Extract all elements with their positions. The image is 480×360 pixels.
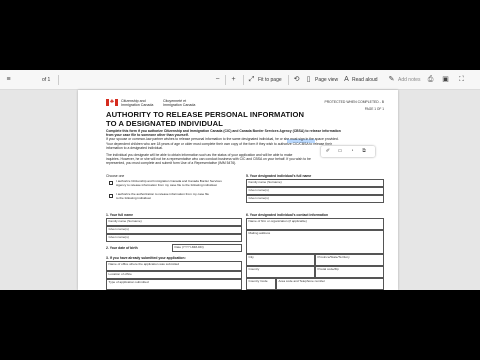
city-field[interactable]: City [246,254,315,266]
toolbar-divider [243,75,244,85]
comment-icon[interactable]: ▭ [336,148,344,155]
designee-given-name-field-2[interactable]: Given name(s) [246,195,384,203]
letterbox-bottom [0,290,480,360]
pdf-toolbar: ≡ 1 of 1 − + ⤢ Fit to page ⟲ ▯ Page view… [0,70,480,155]
section2-title: 2. Your date of birth [106,246,138,250]
office-name-field[interactable]: Name of office where the application was… [106,261,242,271]
toolbar-divider [288,75,289,85]
given-name-field[interactable]: Given name(s) [106,226,242,234]
toolbar-divider [225,75,226,85]
pdf-page: ♣ Citizenship and Immigration Canada Cito… [78,90,398,290]
fit-page-icon[interactable]: ⤢ [247,75,256,84]
canada-flag-icon: ♣ [106,99,118,106]
save-icon[interactable]: ▣ [441,75,450,84]
page-view-button[interactable]: Page view [315,74,338,86]
page-view-icon[interactable]: ▯ [304,75,313,84]
read-aloud-button[interactable]: Read aloud [352,74,378,86]
add-notes-icon[interactable]: ✎ [387,75,396,84]
toolbar-divider [58,75,59,85]
organization-field[interactable]: Name of firm or organization (if applica… [246,218,384,230]
office-location-field[interactable]: Location of office [106,271,242,279]
section1-title: 1. Your full name [106,213,134,217]
menu-icon[interactable]: ≡ [4,75,13,84]
zoom-in-icon[interactable]: + [229,75,238,84]
dept-name-en: Citizenship and Immigration Canada [121,99,154,108]
designee-given-name-field[interactable]: Given name(s) [246,187,384,195]
section3-title: 3. If you have already submitted your ap… [106,256,186,260]
province-field[interactable]: Province/State/Territory [315,254,384,266]
letterbox-top [0,0,480,70]
highlight-icon[interactable]: ✐ [324,148,332,155]
section6-title: 6. Your designated individual's contact … [246,213,329,217]
fit-to-page-button[interactable]: Fit to page [258,74,282,86]
page-number-label: PAGE 1 OF 1 [364,107,384,111]
fullscreen-icon[interactable]: ⛶ [457,75,466,84]
family-name-field[interactable]: Family name (Surname) [106,218,242,226]
option2-checkbox[interactable] [109,194,113,198]
country-code-field[interactable]: Country Code [246,278,276,290]
country-field[interactable]: Country [246,266,315,278]
designee-family-name-field[interactable]: Family name (Surname) [246,179,384,187]
zoom-out-icon[interactable]: − [213,75,222,84]
section5-title: 5. Your designated individual's full nam… [246,174,312,178]
choose-one-label: Choose one [106,174,125,178]
protected-label: PROTECTED WHEN COMPLETED - B [324,100,384,104]
option1-text: I authorize Citizenship and Immigration … [116,179,222,187]
postal-code-field[interactable]: Postal code/Zip [315,266,384,278]
read-icon[interactable]: ◔ [348,148,356,155]
mailing-address-field[interactable]: Mailing address [246,230,384,254]
date-of-birth-field[interactable]: Date (YYYY-MM-DD) [172,244,242,252]
telephone-field[interactable]: Area code and Telephone number [276,278,384,290]
print-icon[interactable]: ⎙ [426,75,435,84]
rotate-icon[interactable]: ⟲ [292,75,301,84]
option2-text: I authorize the authorization to release… [116,192,210,200]
selection-toolbar: ✐ ▭ ◔ ⧉ [321,146,375,157]
given-name-field-2[interactable]: Given name(s) [106,234,242,242]
dept-name-fr: Citoyenneté et Immigration Canada [163,99,196,108]
add-notes-button[interactable]: Add notes [398,74,421,86]
option1-checkbox[interactable] [109,181,113,185]
form-title: AUTHORITY TO RELEASE PERSONAL INFORMATIO… [106,110,305,128]
read-aloud-icon[interactable]: A [342,75,351,84]
copy-icon[interactable]: ⧉ [360,148,368,155]
application-type-field[interactable]: Type of application submitted [106,279,242,290]
page-total: of 1 [42,77,51,83]
